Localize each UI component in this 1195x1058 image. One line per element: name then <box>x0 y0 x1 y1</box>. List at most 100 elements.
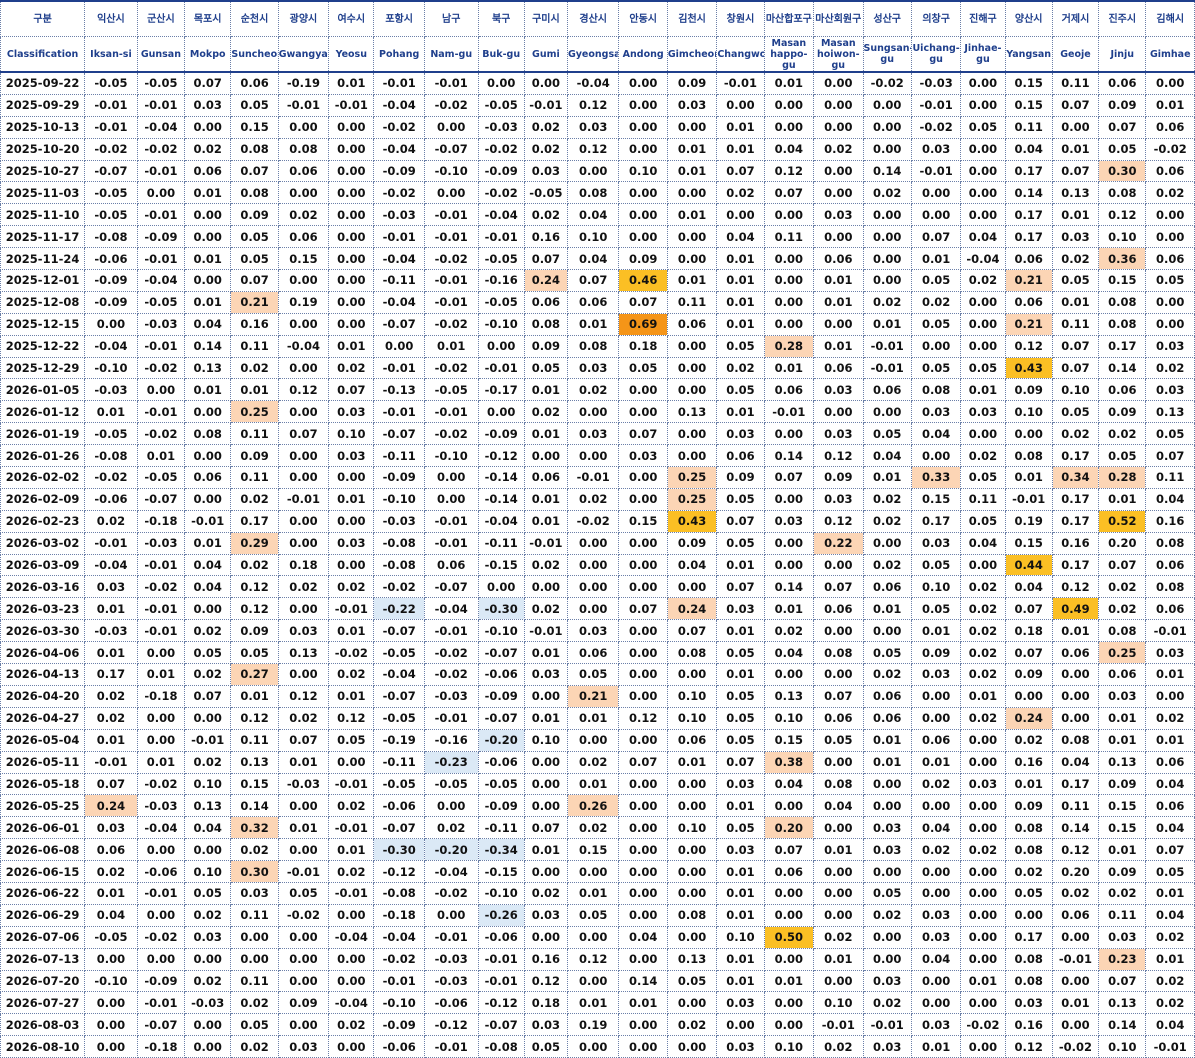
value-cell: 0.05 <box>1145 422 1195 446</box>
value-cell: 0.01 <box>813 838 864 862</box>
value-cell: 0.00 <box>523 684 568 708</box>
value-cell: -0.04 <box>373 93 425 117</box>
value-cell: -0.09 <box>477 159 525 183</box>
value-cell: 0.19 <box>1004 509 1053 533</box>
value-cell: 0.09 <box>1004 794 1053 818</box>
value-cell: 0.00 <box>910 203 962 227</box>
value-cell: 0.03 <box>763 509 815 533</box>
value-cell: 0.20 <box>763 816 815 840</box>
value-cell: 0.26 <box>566 794 620 818</box>
value-cell: 0.00 <box>184 225 232 249</box>
value-cell: 0.00 <box>862 137 912 161</box>
value-cell: 0.15 <box>566 838 620 862</box>
header-region-kr: 안동시 <box>618 0 668 37</box>
value-cell: 0.05 <box>230 1013 279 1037</box>
row-date: 2025-10-27 <box>0 159 86 183</box>
value-cell: 0.00 <box>1051 1013 1100 1037</box>
value-cell: 0.17 <box>1051 553 1100 577</box>
value-cell: 0.07 <box>1051 356 1100 380</box>
value-cell: 0.23 <box>1098 947 1147 971</box>
value-cell: 0.01 <box>910 619 962 643</box>
header-region-en: Gyeongsan <box>566 36 620 73</box>
value-cell: 0.02 <box>566 378 620 402</box>
value-cell: 0.08 <box>1004 444 1053 468</box>
value-cell: 0.00 <box>666 422 718 446</box>
value-cell: 0.03 <box>910 903 962 927</box>
value-cell: 0.02 <box>277 706 330 730</box>
value-cell: 0.08 <box>1004 969 1053 993</box>
value-cell: 0.01 <box>862 466 912 489</box>
row-date: 2026-02-02 <box>0 466 86 489</box>
row-date: 2026-01-05 <box>0 378 86 402</box>
value-cell: 0.03 <box>328 400 375 424</box>
header-region-kr: 진주시 <box>1098 0 1147 37</box>
value-cell: 0.04 <box>1145 487 1195 511</box>
value-cell: 0.07 <box>84 772 138 796</box>
value-cell: -0.11 <box>373 444 425 468</box>
value-cell: 0.00 <box>277 115 330 139</box>
value-cell: 0.01 <box>716 247 765 271</box>
value-cell: 0.01 <box>666 137 718 161</box>
value-cell: 0.03 <box>960 400 1006 424</box>
value-cell: -0.04 <box>373 137 425 161</box>
value-cell: 0.11 <box>1051 794 1100 818</box>
value-cell: 0.00 <box>862 115 912 139</box>
value-cell: 0.02 <box>1051 247 1100 271</box>
value-cell: 0.04 <box>1145 1013 1195 1037</box>
value-cell: 0.01 <box>716 553 765 577</box>
value-cell: -0.04 <box>960 247 1006 271</box>
value-cell: 0.02 <box>1145 991 1195 1015</box>
value-cell: -0.09 <box>84 290 138 314</box>
value-cell: 0.00 <box>277 969 330 993</box>
value-cell: 0.18 <box>618 334 668 358</box>
header-classification-kr: 구분 <box>0 0 86 37</box>
value-cell: 0.00 <box>184 706 232 730</box>
value-cell: -0.01 <box>373 71 425 95</box>
value-cell: -0.03 <box>136 531 186 555</box>
value-cell: 0.00 <box>763 531 815 555</box>
value-cell: 0.06 <box>862 684 912 708</box>
table-row: 2026-06-08 0.06 0.00 0.00 0.02 0.00 0.01 -0.30-… <box>0 838 1195 862</box>
value-cell: 0.14 <box>1098 1013 1147 1037</box>
value-cell: 0.21 <box>1004 269 1053 292</box>
value-cell: 0.03 <box>328 444 375 468</box>
header-region-en: Sungsan-gu <box>862 36 912 73</box>
value-cell: -0.30 <box>477 597 525 621</box>
value-cell: -0.05 <box>84 181 138 205</box>
value-cell: 0.17 <box>1004 203 1053 227</box>
value-cell: 0.17 <box>1051 509 1100 533</box>
value-cell: 0.04 <box>862 444 912 468</box>
value-cell: -0.10 <box>423 159 479 183</box>
value-cell: 0.01 <box>813 290 864 314</box>
header-classification-en: Classification <box>0 36 86 73</box>
row-date: 2025-11-10 <box>0 203 86 227</box>
value-cell: -0.01 <box>277 93 330 117</box>
header-region-kr: 군산시 <box>136 0 186 37</box>
value-cell: 0.04 <box>910 947 962 971</box>
value-cell: -0.09 <box>136 969 186 993</box>
value-cell: 0.06 <box>1004 290 1053 314</box>
value-cell: 0.05 <box>523 356 568 380</box>
value-cell: -0.02 <box>84 466 138 489</box>
value-cell: 0.10 <box>716 925 765 949</box>
value-cell: 0.00 <box>910 684 962 708</box>
value-cell: 0.00 <box>666 334 718 358</box>
value-cell: 0.00 <box>910 334 962 358</box>
value-cell: 0.08 <box>1004 838 1053 862</box>
value-cell: 0.44 <box>1004 553 1053 577</box>
value-cell: 0.02 <box>1051 422 1100 446</box>
value-cell: 0.01 <box>328 619 375 643</box>
value-cell: -0.07 <box>373 816 425 840</box>
header-region-kr: 순천시 <box>230 0 279 37</box>
value-cell: 0.02 <box>184 619 232 643</box>
value-cell: 0.11 <box>230 903 279 927</box>
header-region-en: Buk-gu <box>477 36 525 73</box>
value-cell: 0.07 <box>277 422 330 446</box>
value-cell: 0.18 <box>1004 619 1053 643</box>
value-cell: 0.10 <box>618 159 668 183</box>
value-cell: 0.11 <box>230 334 279 358</box>
value-cell: 0.15 <box>1004 71 1053 95</box>
value-cell: 0.05 <box>184 881 232 905</box>
value-cell: 0.05 <box>328 728 375 752</box>
value-cell: 0.02 <box>813 925 864 949</box>
